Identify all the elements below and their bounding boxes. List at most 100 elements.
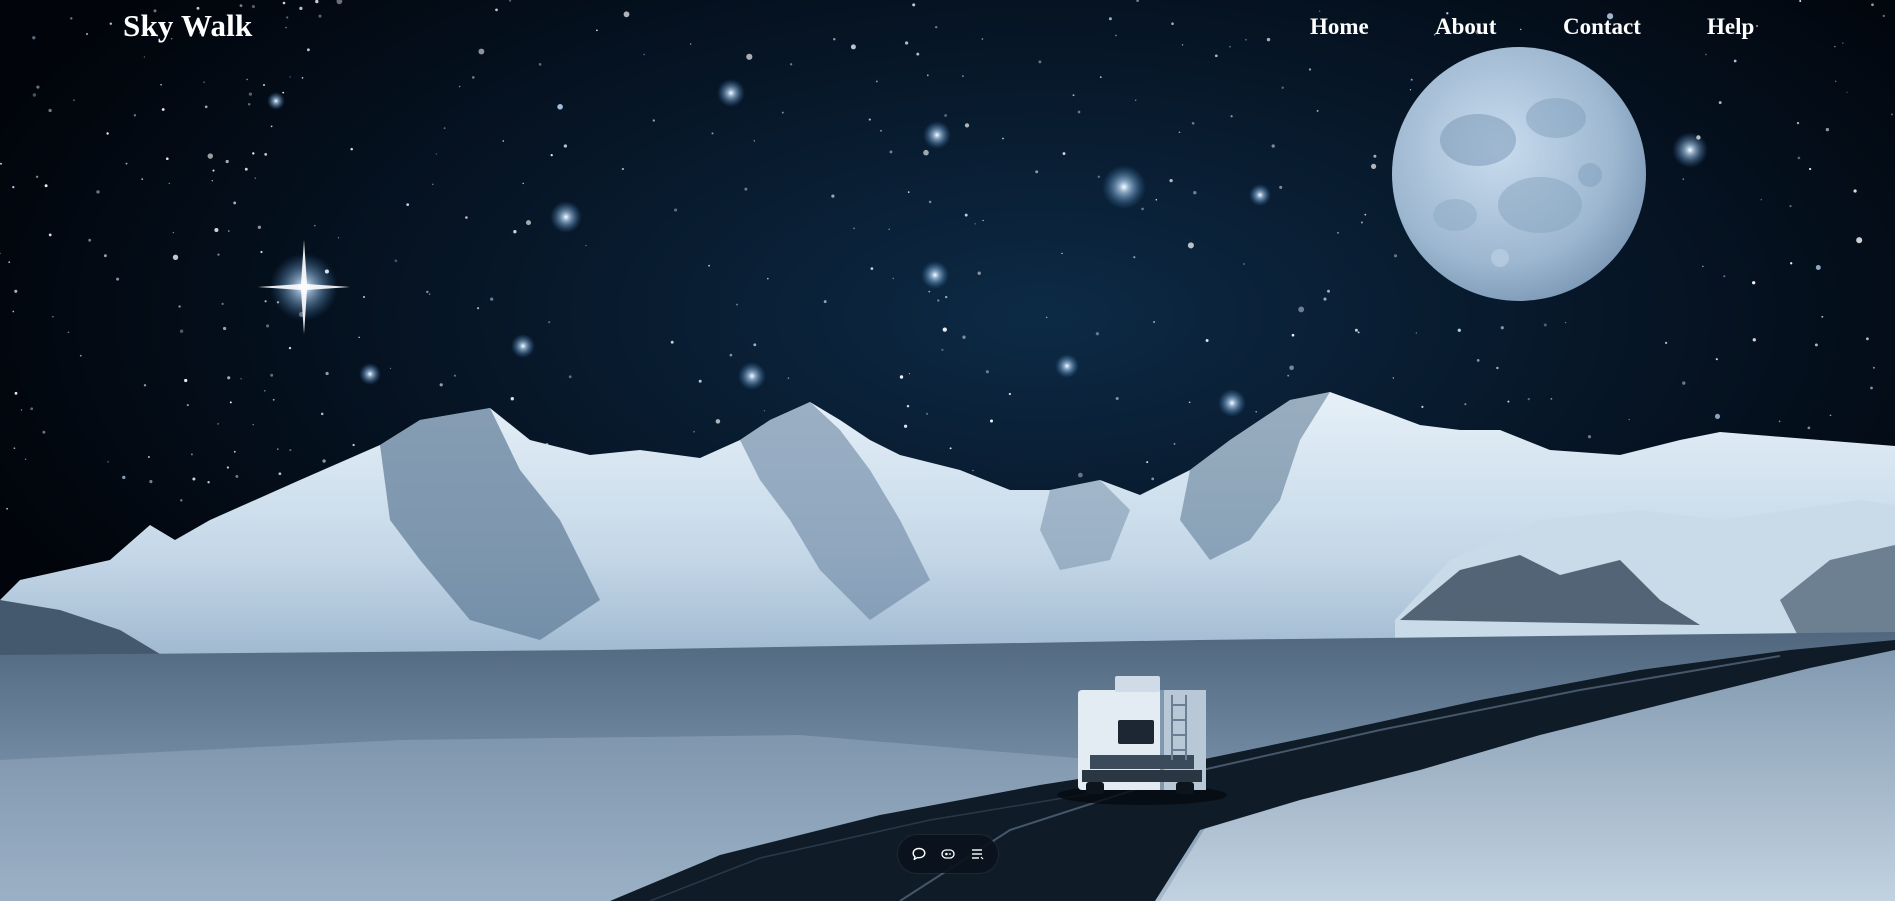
star (753, 343, 757, 347)
nav-link-about[interactable]: About (1435, 14, 1496, 40)
captions-button[interactable] (936, 842, 960, 866)
star (141, 178, 144, 180)
star (1146, 461, 1149, 464)
star (190, 453, 193, 456)
star (212, 169, 215, 172)
star (1095, 332, 1100, 336)
star (928, 200, 932, 204)
chat-button[interactable] (907, 842, 931, 866)
star (406, 203, 410, 207)
star (1415, 332, 1417, 334)
star (538, 63, 542, 66)
star (314, 225, 316, 227)
star (248, 92, 253, 96)
star (282, 91, 285, 94)
star (964, 213, 968, 217)
star (222, 326, 227, 331)
star (1279, 185, 1283, 189)
star (266, 324, 270, 328)
star (1715, 358, 1718, 361)
star (264, 300, 267, 303)
star (1410, 78, 1413, 81)
camper-van (1057, 676, 1227, 805)
nav-link-home[interactable]: Home (1310, 14, 1369, 40)
star (30, 407, 34, 411)
star (227, 376, 231, 380)
star (233, 450, 236, 453)
star (88, 238, 92, 242)
star (1393, 254, 1398, 258)
star (1155, 199, 1158, 201)
nav-link-contact[interactable]: Contact (1563, 14, 1641, 40)
star (1214, 54, 1218, 58)
star (67, 331, 70, 334)
star (1846, 91, 1848, 94)
star (944, 114, 947, 117)
star (35, 175, 39, 178)
star (48, 108, 52, 113)
star (1527, 397, 1530, 401)
star (12, 186, 15, 189)
star (1072, 94, 1075, 97)
star (1281, 86, 1284, 89)
star (282, 1, 286, 5)
star (1077, 110, 1081, 114)
star (1035, 170, 1039, 174)
star (172, 231, 175, 234)
star (478, 48, 485, 55)
star (160, 83, 162, 86)
star (1141, 207, 1144, 211)
star (272, 398, 275, 401)
star (1814, 343, 1818, 347)
star (73, 99, 75, 101)
star (1856, 237, 1863, 244)
star (1371, 163, 1377, 169)
star (1825, 127, 1830, 132)
star (264, 390, 266, 392)
star (207, 153, 214, 159)
star (106, 132, 109, 135)
star (1752, 281, 1756, 285)
star (880, 129, 882, 132)
star (1564, 321, 1567, 324)
star (977, 271, 981, 275)
star (299, 6, 303, 11)
star (1337, 231, 1339, 234)
star (96, 190, 100, 194)
star (465, 216, 468, 219)
star (14, 289, 18, 293)
star (322, 459, 326, 463)
star (1038, 60, 1042, 64)
star (352, 443, 355, 447)
star (1890, 113, 1893, 116)
nav-link-help[interactable]: Help (1707, 14, 1754, 40)
star (1373, 154, 1377, 158)
star (962, 75, 964, 77)
star (1797, 156, 1801, 160)
star (1834, 80, 1837, 83)
star (103, 254, 107, 258)
star (1457, 328, 1461, 332)
star (1752, 338, 1756, 342)
star (1173, 442, 1176, 445)
star (945, 295, 948, 299)
star (1151, 477, 1155, 481)
floating-toolbar (898, 835, 998, 873)
menu-button[interactable] (965, 842, 989, 866)
star (708, 264, 710, 267)
star (1464, 403, 1467, 406)
star (1205, 339, 1209, 342)
star (432, 183, 434, 185)
star (1799, 0, 1802, 2)
star (225, 159, 229, 164)
star (186, 404, 189, 407)
star (477, 307, 480, 310)
star (289, 76, 291, 78)
star (1760, 199, 1762, 201)
star (698, 379, 702, 383)
star (1062, 152, 1066, 156)
star (746, 53, 753, 60)
star (233, 201, 237, 205)
star (147, 455, 150, 459)
star (1421, 405, 1424, 408)
